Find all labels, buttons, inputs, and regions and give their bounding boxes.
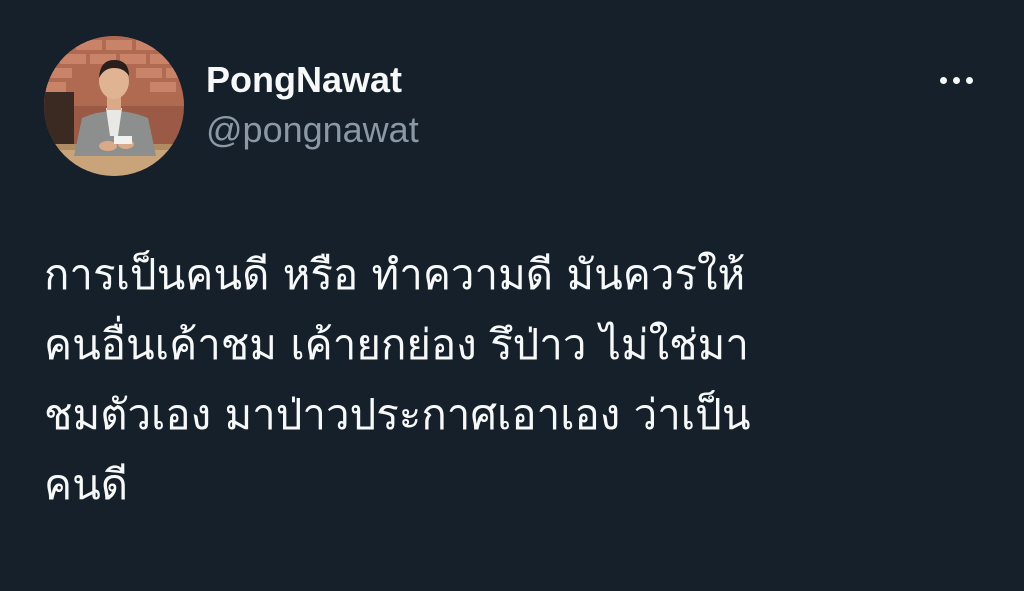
tweet-text-line: คนดี xyxy=(44,460,129,509)
more-options-button[interactable] xyxy=(924,62,988,98)
more-horizontal-icon xyxy=(965,76,973,84)
author-handle[interactable]: @pongnawat xyxy=(206,108,419,152)
tweet-text-line: การเป็นคนดี หรือ ทำความดี มันควรให้ xyxy=(44,250,746,299)
tweet-text-line: คนอื่นเค้าชม เค้ายกย่อง รึป่าว ไม่ใช่มา xyxy=(44,320,749,369)
tweet-text: การเป็นคนดี หรือ ทำความดี มันควรให้ คนอื… xyxy=(44,240,974,520)
author-display-name[interactable]: PongNawat xyxy=(206,58,402,102)
avatar-image xyxy=(44,36,184,176)
tweet-text-line: ชมตัวเอง มาป่าวประกาศเอาเอง ว่าเป็น xyxy=(44,390,751,439)
more-horizontal-icon xyxy=(952,76,960,84)
tweet-card: PongNawat @pongnawat การเป็นคนดี หรือ ทำ… xyxy=(0,0,1024,591)
more-horizontal-icon xyxy=(939,76,947,84)
avatar[interactable] xyxy=(44,36,184,176)
